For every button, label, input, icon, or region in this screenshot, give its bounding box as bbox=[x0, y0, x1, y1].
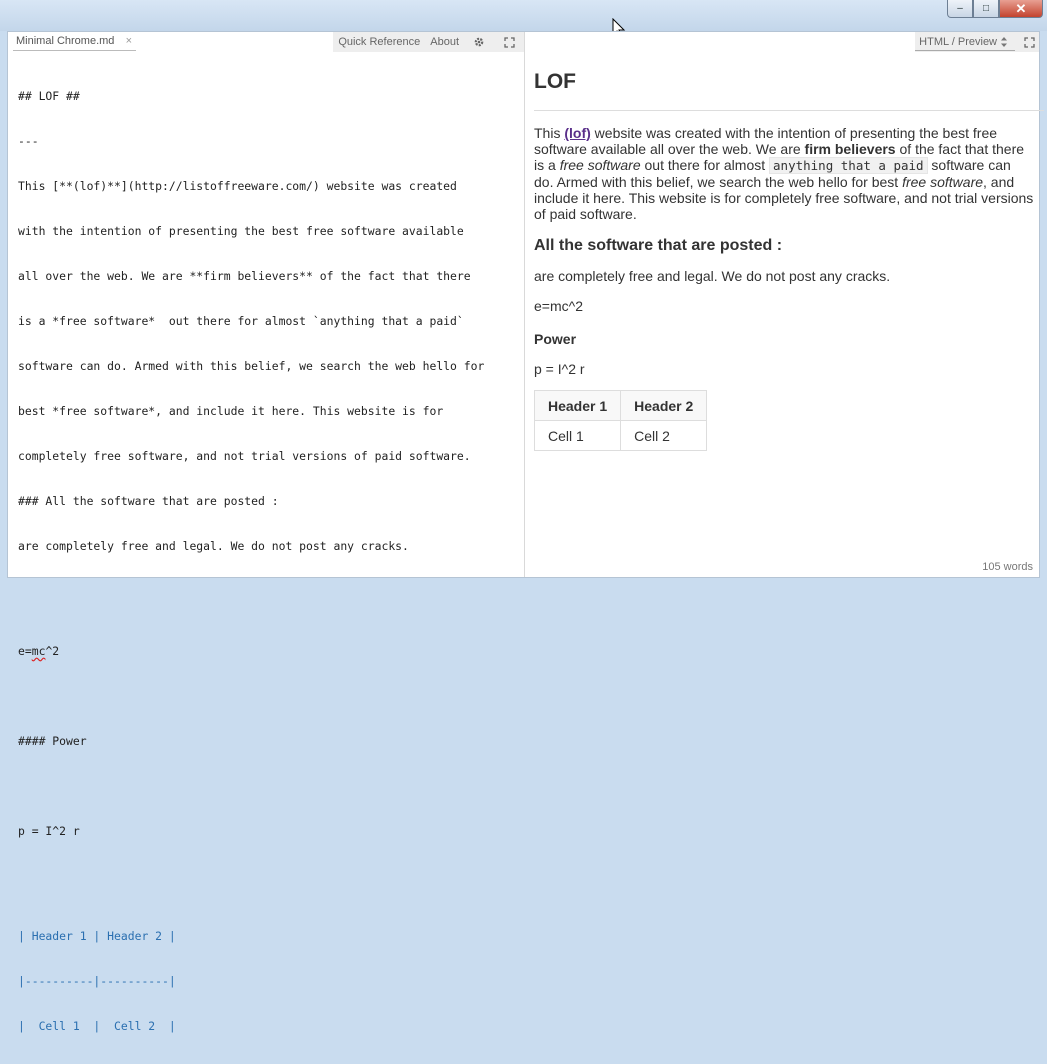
code-line: p = I^2 r bbox=[18, 824, 80, 838]
preview-heading-software: All the software that are posted : bbox=[534, 237, 783, 254]
code-line: #### Power bbox=[18, 734, 87, 748]
file-tab[interactable]: Minimal Chrome.md × bbox=[13, 34, 136, 51]
code-line: ## LOF ## bbox=[18, 89, 80, 103]
code-line: e=mc^2 bbox=[18, 644, 484, 659]
minimize-button[interactable]: – bbox=[947, 0, 973, 18]
code-line: ### All the software that are posted : bbox=[18, 494, 279, 508]
table-header-cell: Header 2 bbox=[620, 390, 708, 421]
preview-content: LOF This (lof) website was created with … bbox=[533, 58, 1044, 451]
preview-paragraph: e=mc^2 bbox=[534, 298, 583, 314]
fullscreen-icon[interactable] bbox=[494, 32, 524, 52]
code-line: software can do. Armed with this belief,… bbox=[18, 359, 485, 373]
code-line: all over the web. We are **firm believer… bbox=[18, 269, 471, 283]
table-header-cell: Header 1 bbox=[533, 390, 622, 421]
code-line: are completely free and legal. We do not… bbox=[18, 539, 409, 553]
editor-pane: Minimal Chrome.md × Quick Reference Abou… bbox=[8, 32, 525, 1033]
code-line: is a *free software* out there for almos… bbox=[18, 314, 464, 328]
lof-link[interactable]: (lof) bbox=[564, 125, 590, 141]
code-text: e= bbox=[18, 644, 32, 658]
preview-paragraph: This (lof) website was created with the … bbox=[534, 125, 1034, 222]
fullscreen-icon[interactable] bbox=[1019, 32, 1039, 52]
preview-pane: HTML / Preview LOF This (lof) website wa… bbox=[525, 32, 1044, 577]
editor-toolbar: Minimal Chrome.md × Quick Reference Abou… bbox=[8, 32, 524, 54]
close-window-button[interactable]: ✕ bbox=[999, 0, 1043, 18]
window-controls: – □ ✕ bbox=[947, 0, 1043, 20]
spellcheck-word: mc bbox=[31, 644, 46, 658]
maximize-button[interactable]: □ bbox=[973, 0, 999, 18]
app-window: Minimal Chrome.md × Quick Reference Abou… bbox=[7, 31, 1044, 1033]
code-line: This [**(lof)**](http://listoffreeware.c… bbox=[18, 179, 457, 193]
about-link[interactable]: About bbox=[425, 36, 464, 48]
code-line-table: | Cell 1 | Cell 2 | bbox=[18, 1019, 176, 1033]
italic-text: free software bbox=[559, 157, 641, 173]
preview-heading-lof: LOF bbox=[534, 70, 1044, 111]
preview-toolbar: HTML / Preview bbox=[915, 32, 1039, 52]
table-cell: Cell 1 bbox=[533, 420, 622, 451]
inline-code: anything that a paid bbox=[769, 157, 928, 174]
window-titlebar: – □ ✕ bbox=[0, 0, 1047, 39]
close-tab-icon[interactable]: × bbox=[126, 34, 132, 49]
table-row: Cell 1 Cell 2 bbox=[533, 420, 708, 451]
file-tab-label: Minimal Chrome.md bbox=[16, 35, 115, 47]
code-line: with the intention of presenting the bes… bbox=[18, 224, 464, 238]
preview-table: Header 1 Header 2 Cell 1 Cell 2 bbox=[533, 390, 708, 451]
code-line-table: | Header 1 | Header 2 | bbox=[18, 929, 176, 943]
preview-paragraph: p = I^2 r bbox=[534, 361, 585, 377]
code-line: --- bbox=[18, 134, 39, 148]
code-line: best *free software*, and include it her… bbox=[18, 404, 444, 418]
italic-text: free software bbox=[902, 174, 984, 190]
preview-paragraph: are completely free and legal. We do not… bbox=[534, 268, 891, 284]
word-count: 105 words bbox=[982, 561, 1033, 573]
quick-reference-link[interactable]: Quick Reference bbox=[333, 36, 425, 48]
gear-icon[interactable] bbox=[464, 32, 494, 52]
markdown-editor[interactable]: ## LOF ## --- This [**(lof)**](http://li… bbox=[18, 59, 484, 1064]
code-line: completely free software, and not trial … bbox=[18, 449, 471, 463]
code-line-table: |----------|----------| bbox=[18, 974, 176, 988]
code-text: ^2 bbox=[45, 644, 60, 658]
bold-text: firm believers bbox=[804, 141, 896, 157]
mode-select[interactable]: HTML / Preview bbox=[915, 34, 1015, 51]
chevron-updown-icon bbox=[1001, 36, 1007, 47]
table-cell: Cell 2 bbox=[620, 420, 708, 451]
mode-select-label: HTML / Preview bbox=[919, 35, 997, 48]
editor-toolbar-actions: Quick Reference About bbox=[333, 32, 524, 52]
table-header-row: Header 1 Header 2 bbox=[533, 390, 708, 421]
preview-heading-power: Power bbox=[534, 331, 577, 347]
